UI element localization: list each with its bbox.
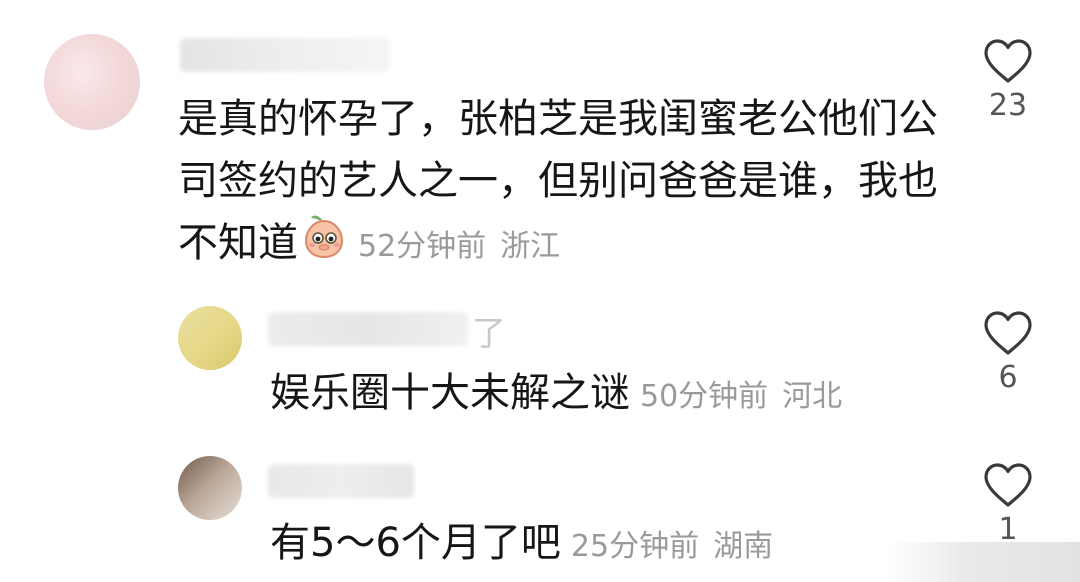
username-tail: 了 [472,314,506,354]
like-button[interactable]: 23 [972,38,1044,123]
comment-text: 是真的怀孕了，张柏芝是我闺蜜老公他们公 司签约的艺人之一，但别问爸爸是谁，我也 … [178,88,938,278]
comment-location: 湖南 [713,529,774,564]
comment-location: 浙江 [500,229,561,264]
comment-text-line-last: 不知道 52分钟前 浙江 [178,212,938,278]
like-count: 1 [998,512,1018,540]
comment-body: 娱乐圈十大未解之谜 [270,370,630,416]
comment-time: 25分钟前 [570,529,700,564]
comment-body: 有5～6个月了吧 [270,520,561,566]
avatar[interactable] [178,306,242,370]
heart-outline-icon [984,463,1032,507]
avatar[interactable] [44,34,140,130]
comment-location: 河北 [782,379,843,414]
like-count: 6 [998,360,1018,395]
peach-covering-mouth-emoji [300,212,348,278]
username[interactable] [268,464,414,498]
avatar[interactable] [178,456,242,520]
username[interactable] [268,312,468,346]
reply-item: 了 娱乐圈十大未解之谜 50分钟前 河北 6 [0,290,1080,440]
comment-text: 娱乐圈十大未解之谜 50分钟前 河北 [270,362,842,428]
username[interactable] [180,38,390,72]
comment-text-tail: 不知道 [178,220,298,266]
watermark [890,542,1080,582]
comment-item: 是真的怀孕了，张柏芝是我闺蜜老公他们公 司签约的艺人之一，但别问爸爸是谁，我也 … [0,0,1080,290]
heart-outline-icon [984,311,1032,355]
like-button[interactable]: 6 [972,310,1044,395]
comment-text-line: 是真的怀孕了，张柏芝是我闺蜜老公他们公 [178,96,938,142]
comment-time: 52分钟前 [358,229,487,264]
comment-text-line: 司签约的艺人之一，但别问爸爸是谁，我也 [178,158,938,204]
comment-text: 有5～6个月了吧 25分钟前 湖南 [270,512,773,578]
like-button[interactable]: 1 [972,462,1044,540]
like-count: 23 [988,88,1028,123]
comment-time: 50分钟前 [640,379,769,414]
heart-outline-icon [984,39,1032,83]
